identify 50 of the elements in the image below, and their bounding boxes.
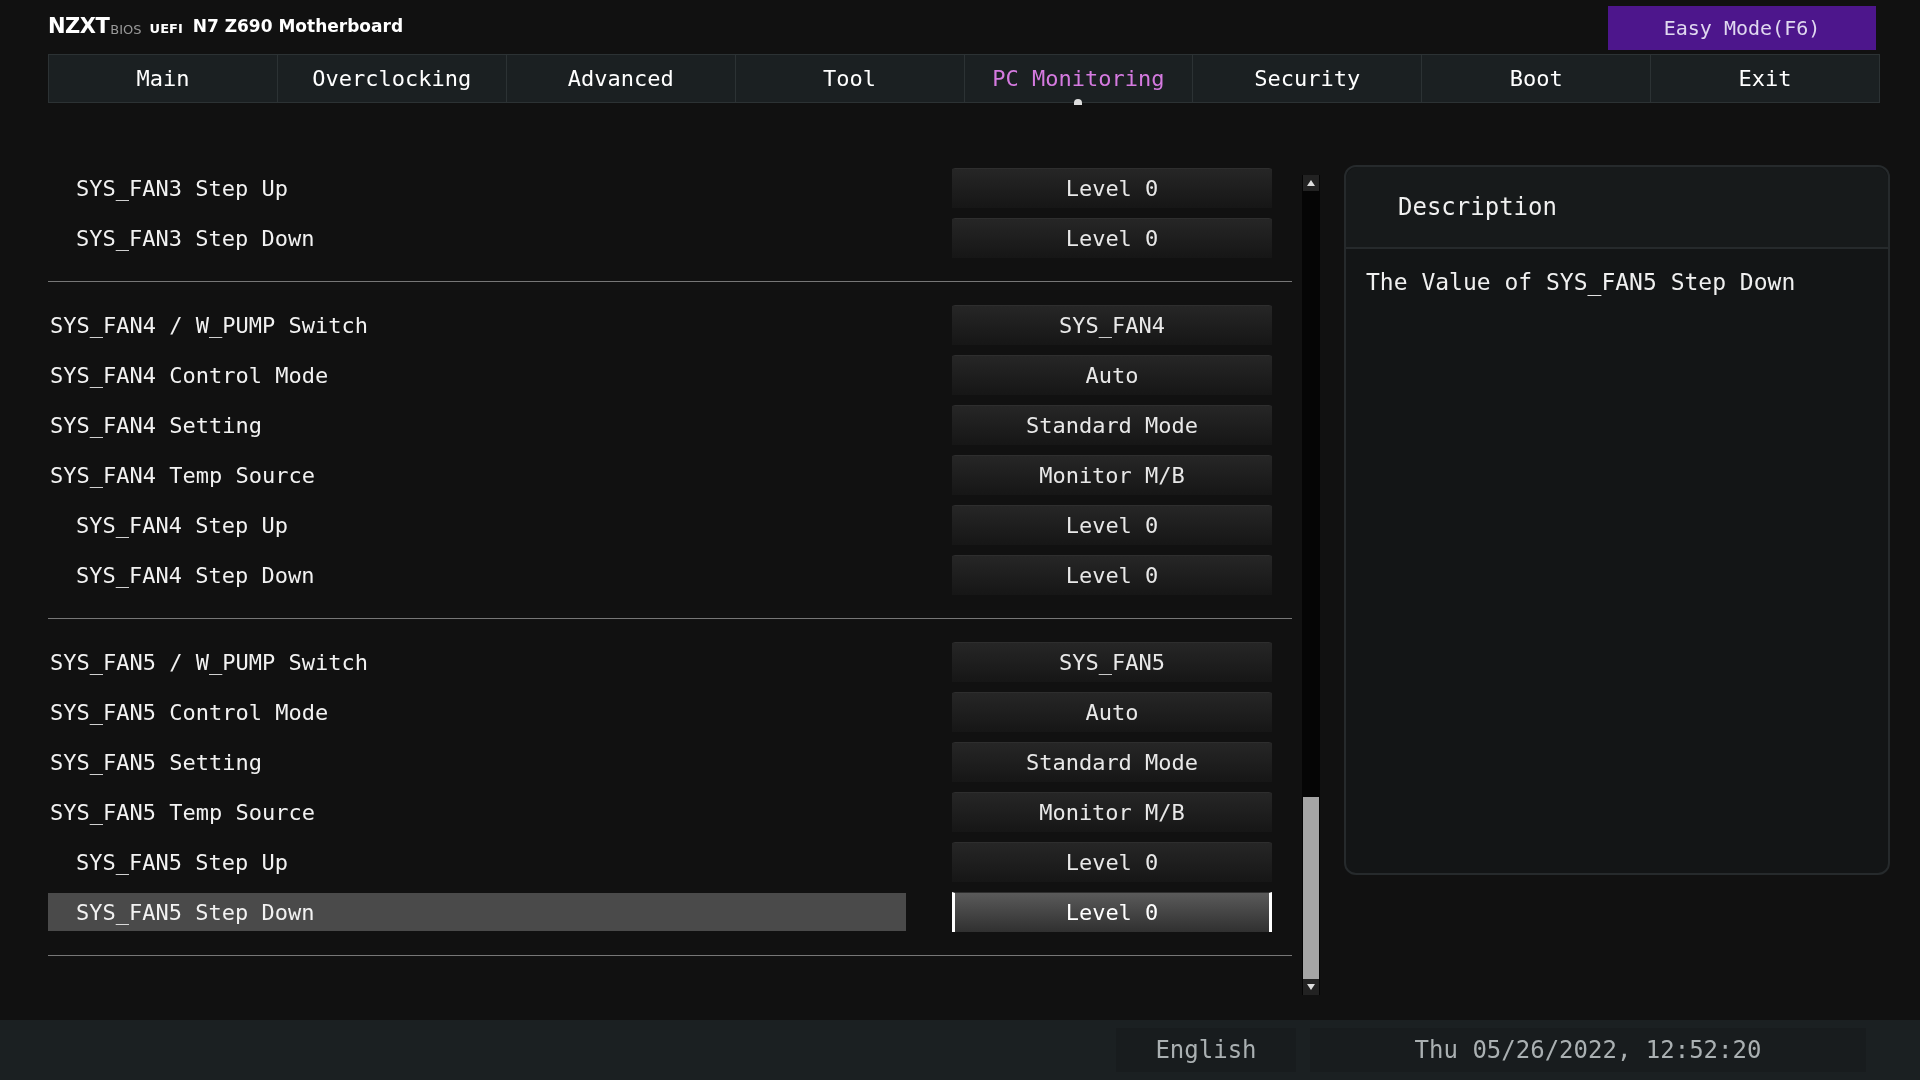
setting-label[interactable]: SYS_FAN4 Step Down [48, 556, 906, 594]
date-time: Thu 05/26/2022, 12:52:20 [1310, 1028, 1866, 1072]
motherboard-model: N7 Z690 Motherboard [192, 16, 404, 36]
menu-tab[interactable]: PC Monitoring [964, 55, 1194, 102]
setting-label[interactable]: SYS_FAN5 Step Down [48, 893, 906, 931]
setting-value-button[interactable]: Level 0 [952, 842, 1272, 882]
menu-tab[interactable]: Tool [735, 55, 965, 102]
setting-value-button[interactable]: Standard Mode [952, 742, 1272, 782]
setting-value-button[interactable]: Monitor M/B [952, 792, 1272, 832]
menu-tab[interactable]: Advanced [506, 55, 736, 102]
setting-value-button[interactable]: SYS_FAN5 [952, 642, 1272, 682]
setting-value-button[interactable]: Monitor M/B [952, 455, 1272, 495]
setting-label[interactable]: SYS_FAN4 Step Up [48, 506, 906, 544]
easy-mode-button[interactable]: Easy Mode(F6) [1608, 6, 1876, 50]
scroll-down-icon[interactable] [1303, 979, 1319, 995]
setting-label[interactable]: SYS_FAN3 Step Down [48, 219, 906, 257]
setting-value-button[interactable]: Level 0 [952, 555, 1272, 595]
setting-label[interactable]: SYS_FAN5 Step Up [48, 843, 906, 881]
setting-label[interactable]: SYS_FAN4 Setting [48, 406, 906, 444]
setting-value-button[interactable]: Auto [952, 692, 1272, 732]
menu-tab[interactable]: Security [1193, 55, 1423, 102]
setting-label[interactable]: SYS_FAN5 Temp Source [48, 793, 906, 831]
setting-value-button[interactable]: Level 0 [952, 505, 1272, 545]
bios-label: BIOS [110, 21, 142, 37]
description-title: Description [1398, 193, 1557, 221]
setting-value-button[interactable]: Standard Mode [952, 405, 1272, 445]
uefi-label: UEFI [149, 20, 183, 36]
description-text: The Value of SYS_FAN5 Step Down [1366, 269, 1797, 295]
setting-value-button[interactable]: Level 0 [952, 218, 1272, 258]
setting-label[interactable]: SYS_FAN5 / W_PUMP Switch [48, 643, 906, 681]
setting-label[interactable]: SYS_FAN5 Control Mode [48, 693, 906, 731]
menu-tab[interactable]: Overclocking [277, 55, 507, 102]
setting-value-button[interactable]: SYS_FAN4 [952, 305, 1272, 345]
menu-tab[interactable]: Exit [1651, 55, 1879, 102]
active-tab-indicator [1074, 99, 1083, 105]
setting-label[interactable]: SYS_FAN4 Temp Source [48, 456, 906, 494]
setting-value-button[interactable]: Level 0 [952, 892, 1272, 932]
setting-label[interactable]: SYS_FAN4 / W_PUMP Switch [48, 306, 906, 344]
language-selector[interactable]: English [1116, 1028, 1296, 1072]
menu-tab[interactable]: Boot [1422, 55, 1652, 102]
scrollbar[interactable] [1302, 175, 1320, 995]
setting-value-button[interactable]: Level 0 [952, 168, 1272, 208]
scroll-up-icon[interactable] [1303, 175, 1319, 191]
setting-label[interactable]: SYS_FAN5 Setting [48, 743, 906, 781]
brand-logo: NZXT [48, 14, 110, 38]
setting-label[interactable]: SYS_FAN3 Step Up [48, 169, 906, 207]
menu-tab[interactable]: Main [49, 55, 278, 102]
setting-label[interactable]: SYS_FAN4 Control Mode [48, 356, 906, 394]
scroll-thumb[interactable] [1303, 797, 1319, 979]
setting-value-button[interactable]: Auto [952, 355, 1272, 395]
